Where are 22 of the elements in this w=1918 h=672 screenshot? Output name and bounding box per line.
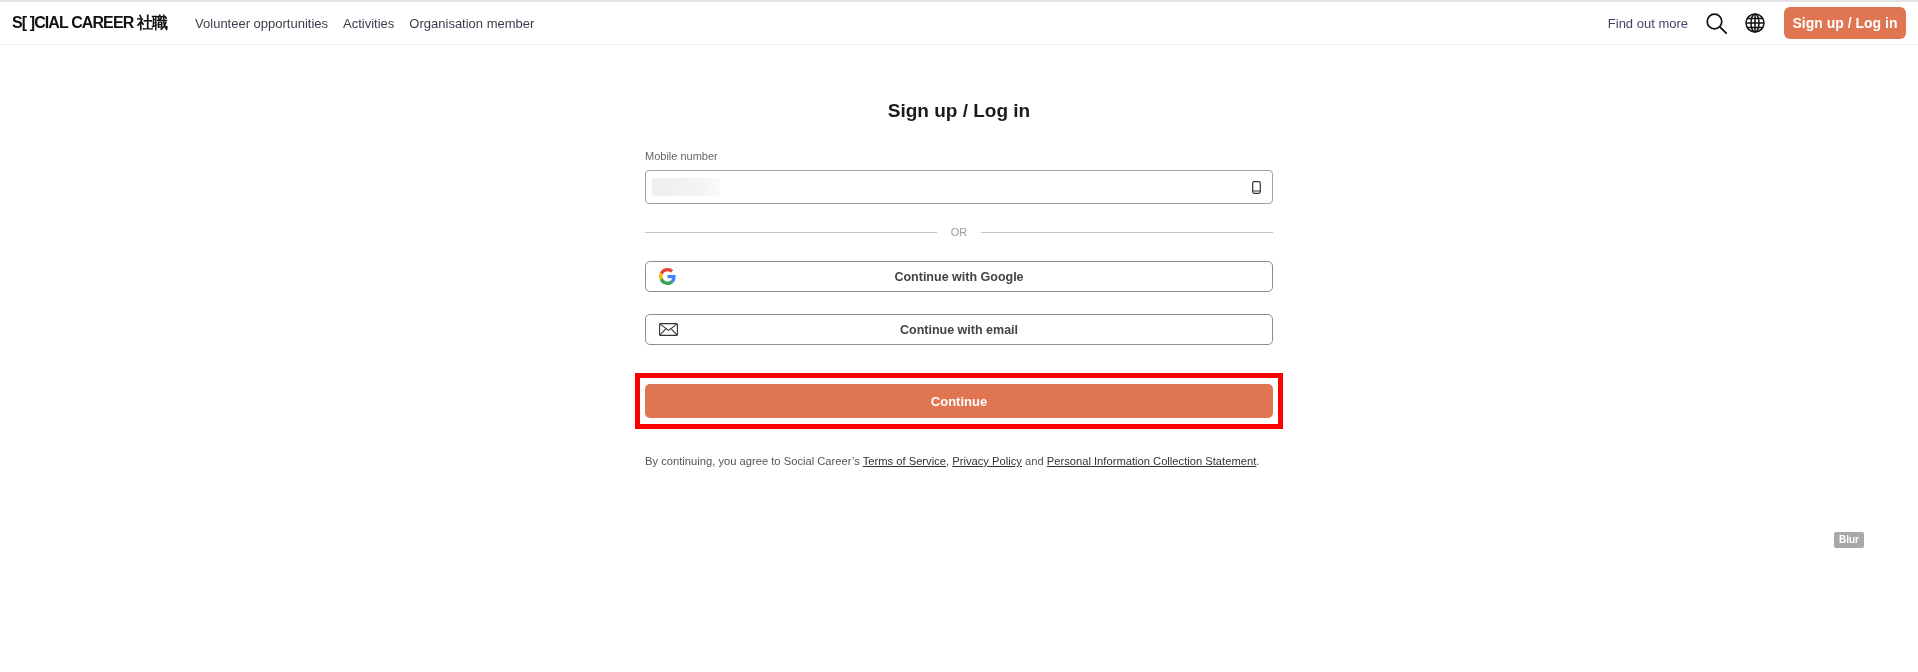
google-sign-in-button[interactable]: Continue with Google — [645, 261, 1273, 292]
mobile-number-field[interactable] — [645, 170, 1273, 204]
field-label: Mobile number — [645, 149, 718, 163]
globe-icon — [1745, 13, 1765, 33]
email-sign-in-button[interactable]: Continue with email — [645, 314, 1273, 345]
envelope-icon — [659, 323, 678, 336]
site-logo[interactable]: S[ ]CIAL CAREER 社職 — [12, 12, 168, 34]
terms-notice: By continuing, you agree to Social Career’s Terms of Service, Privacy Policy and Personal Information Collection Statement. — [645, 454, 1261, 468]
google-icon — [659, 268, 676, 285]
divider-label: OR — [950, 225, 968, 239]
policy-link[interactable]: Privacy Policy — [952, 455, 1022, 467]
find-out-more-link[interactable]: Find out more — [1607, 15, 1688, 31]
blur-badge: Blur — [1834, 532, 1864, 548]
policy-link[interactable]: Terms of Service — [862, 455, 946, 467]
nav-link[interactable]: Activities — [343, 15, 395, 31]
page-title: Sign up / Log in — [886, 99, 1032, 123]
mobile-phone-icon — [1252, 180, 1261, 194]
language-button[interactable] — [1745, 13, 1765, 33]
nav-link[interactable]: Organisation member — [409, 15, 535, 31]
search-button[interactable] — [1706, 12, 1727, 34]
nav-link[interactable]: Volunteer opportunities — [195, 15, 329, 31]
search-icon — [1706, 12, 1727, 34]
